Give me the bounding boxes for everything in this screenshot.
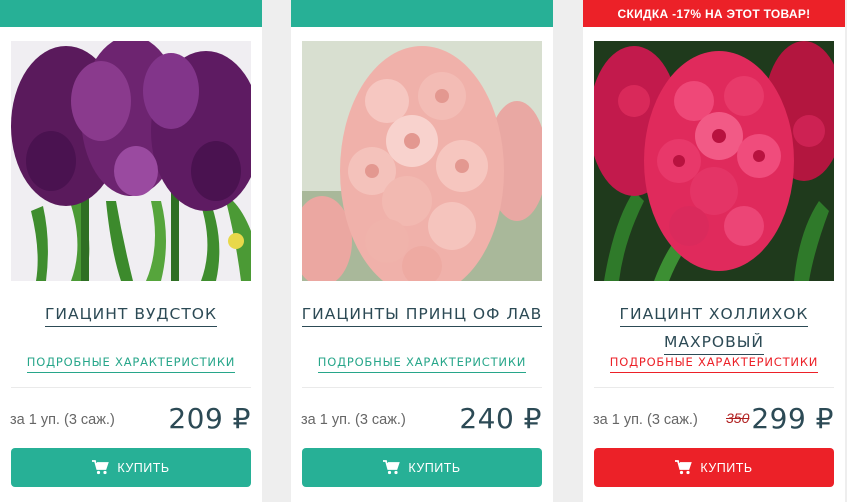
details-link[interactable]: ПОДРОБНЫЕ ХАРАКТЕРИСТИКИ [583,355,845,373]
details-link-label[interactable]: ПОДРОБНЫЕ ХАРАКТЕРИСТИКИ [26,355,236,373]
divider [11,387,251,388]
product-title[interactable]: ГИАЦИНТ ХОЛЛИХОК МАХРОВЫЙ [583,300,845,356]
price: 209 ₽ [168,402,251,435]
shopping-cart-icon [675,460,693,475]
divider [594,387,834,388]
product-title[interactable]: ГИАЦИНТ ВУДСТОК [0,300,262,328]
product-title-line-1[interactable]: ГИАЦИНТЫ ПРИНЦ ОФ ЛАВ [301,305,543,327]
details-link-label[interactable]: ПОДРОБНЫЕ ХАРАКТЕРИСТИКИ [317,355,527,373]
divider [302,387,542,388]
product-title[interactable]: ГИАЦИНТЫ ПРИНЦ ОФ ЛАВ [291,300,553,328]
details-link[interactable]: ПОДРОБНЫЕ ХАРАКТЕРИСТИКИ [0,355,262,373]
price: 299 ₽ [751,402,834,435]
card-top-bar [291,0,553,27]
shopping-cart-icon [383,460,401,475]
details-link[interactable]: ПОДРОБНЫЕ ХАРАКТЕРИСТИКИ [291,355,553,373]
product-title-line-1[interactable]: ГИАЦИНТ ХОЛЛИХОК [619,305,809,327]
old-price: 350 [726,410,750,426]
unit-label: за 1 уп. (3 саж.) [593,412,698,428]
card-top-bar [0,0,262,27]
product-image[interactable] [594,41,834,281]
buy-button-label: КУПИТЬ [700,460,753,475]
price: 240 ₽ [459,402,542,435]
unit-label: за 1 уп. (3 саж.) [10,412,115,428]
buy-button[interactable]: КУПИТЬ [302,448,542,487]
product-title-line-2[interactable]: МАХРОВЫЙ [663,333,765,355]
product-title-line-1[interactable]: ГИАЦИНТ ВУДСТОК [44,305,217,327]
unit-label: за 1 уп. (3 саж.) [301,412,406,428]
buy-button-label: КУПИТЬ [408,460,461,475]
buy-button[interactable]: КУПИТЬ [11,448,251,487]
details-link-label[interactable]: ПОДРОБНЫЕ ХАРАКТЕРИСТИКИ [609,355,819,373]
product-image[interactable] [11,41,251,281]
buy-button-label: КУПИТЬ [117,460,170,475]
shopping-cart-icon [92,460,110,475]
product-card: ГИАЦИНТЫ ПРИНЦ ОФ ЛАВ ПОДРОБНЫЕ ХАРАКТЕР… [291,0,553,502]
product-image[interactable] [302,41,542,281]
buy-button[interactable]: КУПИТЬ [594,448,834,487]
discount-ribbon: СКИДКА -17% НА ЭТОТ ТОВАР! [583,0,845,27]
product-card: ГИАЦИНТ ВУДСТОК ПОДРОБНЫЕ ХАРАКТЕРИСТИКИ… [0,0,262,502]
product-card: СКИДКА -17% НА ЭТОТ ТОВАР! ГИАЦИНТ ХОЛЛИ… [583,0,845,502]
